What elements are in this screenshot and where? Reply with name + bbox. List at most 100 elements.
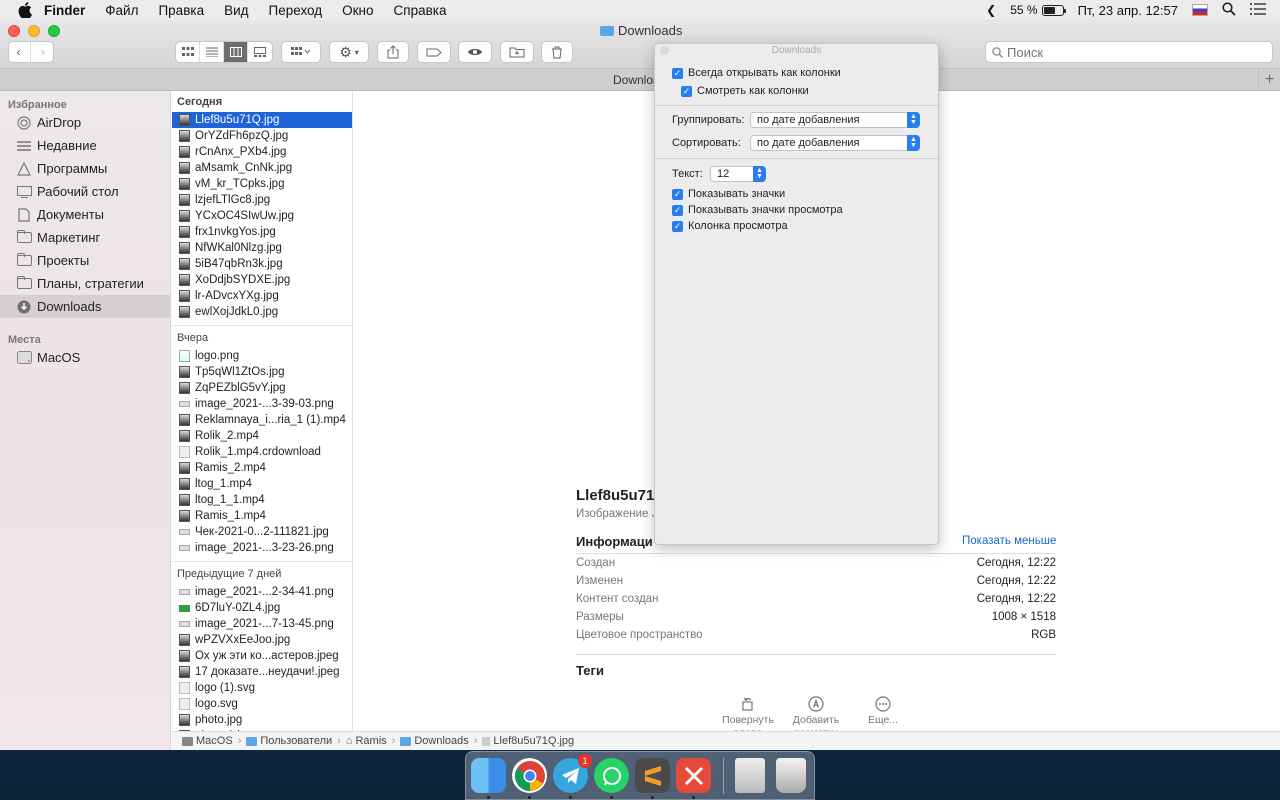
sidebar-item-downloads[interactable]: Downloads xyxy=(0,295,170,318)
file-row[interactable]: image_2021-...3-23-26.png xyxy=(172,540,352,556)
sidebar-item-desktop[interactable]: Рабочий стол xyxy=(0,180,170,203)
sidebar-item-airdrop[interactable]: AirDrop xyxy=(0,111,170,134)
forward-button[interactable]: › xyxy=(31,42,55,62)
file-row[interactable]: Ramis_2.mp4 xyxy=(172,460,352,476)
file-row[interactable]: image_2021-...2-34-41.png xyxy=(172,584,352,600)
input-source-flag-icon[interactable] xyxy=(1192,4,1208,16)
file-row[interactable]: logo.png xyxy=(172,348,352,364)
file-row[interactable]: logo.svg xyxy=(172,696,352,712)
zoom-window-icon[interactable] xyxy=(48,25,60,37)
text-size-select[interactable]: 12 ▲ ▼ xyxy=(710,166,766,182)
new-folder-button[interactable] xyxy=(500,41,534,63)
file-row[interactable]: 5iB47qbRn3k.jpg xyxy=(172,256,352,272)
menu-app-name[interactable]: Finder xyxy=(44,3,85,18)
sidebar-item-marketing[interactable]: Маркетинг xyxy=(0,226,170,249)
minimize-window-icon[interactable] xyxy=(28,25,40,37)
file-row[interactable]: Ramis_1.mp4 xyxy=(172,508,352,524)
show-icon-preview-checkbox[interactable]: ✓ Показывать значки просмотра xyxy=(672,204,843,216)
action-gear-button[interactable]: ⚙ ▾ xyxy=(329,41,369,63)
trash-button[interactable] xyxy=(541,41,573,63)
path-item-file[interactable]: Llef8u5u71Q.jpg xyxy=(482,735,574,747)
spotlight-search-icon[interactable] xyxy=(1222,1,1236,19)
battery-icon[interactable] xyxy=(1041,4,1066,16)
menu-window[interactable]: Окно xyxy=(342,3,373,18)
back-button[interactable]: ‹ xyxy=(7,42,31,62)
menu-help[interactable]: Справка xyxy=(394,3,447,18)
file-row[interactable]: lzjefLTlGc8.jpg xyxy=(172,192,352,208)
sublime-text-dock-icon[interactable] xyxy=(635,758,670,793)
list-view-icon[interactable] xyxy=(200,42,224,62)
file-row[interactable]: 6D7luY-0ZL4.jpg xyxy=(172,600,352,616)
preview-column-checkbox[interactable]: ✓ Колонка просмотра xyxy=(672,220,788,232)
file-row[interactable]: ltog_1.mp4 xyxy=(172,476,352,492)
browse-columns-checkbox[interactable]: ✓ Смотреть как колонки xyxy=(681,85,809,97)
file-row[interactable]: NfWKal0Nlzg.jpg xyxy=(172,240,352,256)
trash-dock-icon[interactable] xyxy=(776,758,806,793)
file-row[interactable]: rCnAnx_PXb4.jpg xyxy=(172,144,352,160)
search-field[interactable] xyxy=(985,41,1273,63)
downloads-stack-dock-icon[interactable] xyxy=(735,758,765,793)
telegram-dock-icon[interactable]: 1 xyxy=(553,754,592,793)
file-row[interactable]: XoDdjbSYDXE.jpg xyxy=(172,272,352,288)
file-row[interactable]: image_2021-...7-13-45.png xyxy=(172,616,352,632)
show-icons-checkbox[interactable]: ✓ Показывать значки xyxy=(672,188,785,200)
file-row[interactable]: Ох уж эти ко...астеров.jpeg xyxy=(172,648,352,664)
chevron-left-icon[interactable]: ❮ xyxy=(986,3,996,17)
close-panel-icon[interactable] xyxy=(660,46,669,55)
file-row[interactable]: YCxOC4SIwUw.jpg xyxy=(172,208,352,224)
file-row[interactable]: Чек-2021-0...2-111821.jpg xyxy=(172,524,352,540)
path-item-downloads[interactable]: Downloads xyxy=(400,735,469,747)
sidebar-item-plans[interactable]: Планы, стратегии xyxy=(0,272,170,295)
show-less-link[interactable]: Показать меньше xyxy=(962,535,1056,547)
sidebar-item-applications[interactable]: Программы xyxy=(0,157,170,180)
sidebar-item-macos[interactable]: MacOS xyxy=(0,346,170,369)
sort-by-select[interactable]: по дате добавления ▲ ▼ xyxy=(750,135,920,151)
tags-button[interactable] xyxy=(417,41,451,63)
file-row[interactable]: ewlXojJdkL0.jpg xyxy=(172,304,352,320)
new-tab-button[interactable]: + xyxy=(1258,69,1280,91)
file-row[interactable]: Reklamnaya_i...ria_1 (1).mp4 xyxy=(172,412,352,428)
always-open-columns-checkbox[interactable]: ✓ Всегда открывать как колонки xyxy=(672,67,841,79)
file-row[interactable]: OrYZdFh6pzQ.jpg xyxy=(172,128,352,144)
more-button[interactable]: Еще... xyxy=(848,696,918,727)
group-by-select[interactable]: по дате добавления ▲ ▼ xyxy=(750,112,920,128)
quick-look-button[interactable] xyxy=(458,41,492,63)
file-row[interactable]: logo (1).svg xyxy=(172,680,352,696)
sidebar-item-recents[interactable]: Недавние xyxy=(0,134,170,157)
file-row[interactable]: Tp5qWl1ZtOs.jpg xyxy=(172,364,352,380)
file-row[interactable]: image_2021-...3-39-03.png xyxy=(172,396,352,412)
file-row[interactable]: vM_kr_TCpks.jpg xyxy=(172,176,352,192)
menu-file[interactable]: Файл xyxy=(105,3,138,18)
sidebar-item-documents[interactable]: Документы xyxy=(0,203,170,226)
file-row[interactable]: wPZVXxEeJoo.jpg xyxy=(172,632,352,648)
menu-view[interactable]: Вид xyxy=(224,3,248,18)
icon-view-icon[interactable] xyxy=(176,42,200,62)
close-window-icon[interactable] xyxy=(8,25,20,37)
finder-dock-icon[interactable] xyxy=(471,758,506,793)
menu-datetime[interactable]: Пт, 23 апр. 12:57 xyxy=(1078,3,1178,18)
file-row[interactable]: lr-ADvcxYXg.jpg xyxy=(172,288,352,304)
path-item-home[interactable]: ⌂ Ramis xyxy=(346,735,387,747)
menu-edit[interactable]: Правка xyxy=(158,3,204,18)
file-row[interactable]: aMsamk_CnNk.jpg xyxy=(172,160,352,176)
file-row[interactable]: Rolik_2.mp4 xyxy=(172,428,352,444)
file-row[interactable]: photo.jpg xyxy=(172,712,352,728)
search-input[interactable] xyxy=(1007,44,1247,60)
whatsapp-dock-icon[interactable] xyxy=(594,758,629,793)
share-button[interactable] xyxy=(377,41,409,63)
parallels-dock-icon[interactable] xyxy=(676,758,711,793)
group-by-button[interactable] xyxy=(281,41,321,63)
path-item-users[interactable]: Пользователи xyxy=(246,735,332,747)
notification-center-icon[interactable] xyxy=(1250,2,1266,18)
sidebar-item-projects[interactable]: Проекты xyxy=(0,249,170,272)
path-item-macos[interactable]: MacOS xyxy=(182,735,233,747)
file-row[interactable]: ZqPEZblG5vY.jpg xyxy=(172,380,352,396)
file-row[interactable]: Rolik_1.mp4.crdownload xyxy=(172,444,352,460)
column-view-icon[interactable] xyxy=(224,42,248,62)
gallery-view-icon[interactable] xyxy=(248,42,272,62)
chrome-dock-icon[interactable] xyxy=(512,758,547,793)
apple-menu-icon[interactable] xyxy=(16,1,34,19)
file-row[interactable]: ltog_1_1.mp4 xyxy=(172,492,352,508)
file-row[interactable]: frx1nvkgYos.jpg xyxy=(172,224,352,240)
file-row[interactable]: 17 доказате...неудачи!.jpeg xyxy=(172,664,352,680)
